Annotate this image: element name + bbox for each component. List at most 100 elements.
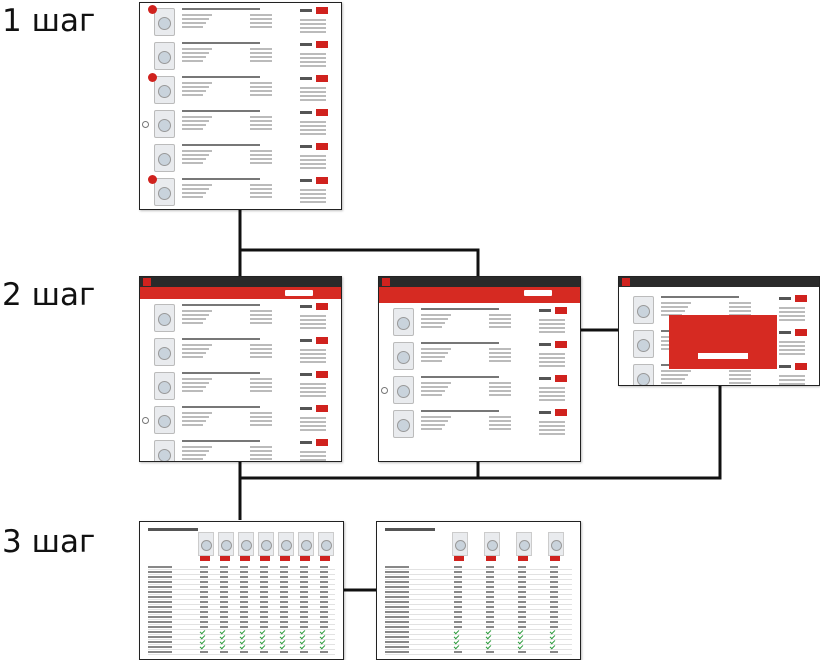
spec-line [250,188,272,190]
compare-cart-button[interactable] [454,556,464,561]
spec-name [148,621,172,623]
compare-cart-button[interactable] [300,556,310,561]
spec-value [260,651,268,653]
spec-value [454,611,462,613]
spec-value [550,571,558,573]
spec-line [489,386,511,388]
spec-line [729,374,751,376]
spec-line [182,416,209,418]
notification-button[interactable] [285,290,313,296]
spec-value [320,566,328,568]
spec-value [240,566,248,568]
cart-button[interactable] [316,41,328,48]
spec-value [454,566,462,568]
spec-value [320,606,328,608]
price [539,411,551,414]
spec-line [421,390,445,392]
delivery-line [300,353,326,355]
delivery-line [300,155,326,157]
spec-name [148,626,172,628]
table-row [385,629,572,630]
spec-value [260,581,268,583]
product-row [140,141,341,175]
table-row [148,654,335,655]
product-image [154,110,175,138]
compare-cart-button[interactable] [320,556,330,561]
price [300,373,312,376]
cart-button[interactable] [316,405,328,412]
spec-value [240,626,248,628]
cart-button[interactable] [316,337,328,344]
logo [382,278,390,286]
cart-button[interactable] [555,375,567,382]
spec-value [300,591,308,593]
delivery-line [779,311,805,313]
compare-radio [142,121,149,128]
spec-value [320,601,328,603]
cart-button[interactable] [316,439,328,446]
spec-line [250,18,272,20]
cart-button[interactable] [555,341,567,348]
spec-name [385,646,409,648]
compare-cart-button[interactable] [518,556,528,561]
delivery-line [300,395,326,397]
cart-button[interactable] [795,329,807,336]
compare-cart-button[interactable] [220,556,230,561]
spec-line [421,428,442,430]
table-row [148,619,335,620]
price [539,377,551,380]
compare-cart-button[interactable] [486,556,496,561]
cart-button[interactable] [316,143,328,150]
compare-cart-button[interactable] [550,556,560,561]
spec-line [250,322,272,324]
spec-value [550,606,558,608]
compare-title [148,528,198,531]
spec-value [300,616,308,618]
spec-value [260,616,268,618]
compare-title [385,528,435,531]
spec-line [489,352,511,354]
spec-line [421,314,451,316]
cart-button[interactable] [316,109,328,116]
cart-button[interactable] [555,409,567,416]
cart-button[interactable] [316,303,328,310]
spec-line [421,424,445,426]
product-title [182,144,260,146]
delivery-line [300,323,326,325]
delivery-line [300,57,326,59]
cart-button[interactable] [555,307,567,314]
spec-line [421,416,451,418]
cart-button[interactable] [316,371,328,378]
compare-cart-button[interactable] [240,556,250,561]
cart-button[interactable] [316,7,328,14]
cart-button[interactable] [795,363,807,370]
delivery-line [300,31,326,33]
compare-cart-button[interactable] [200,556,210,561]
spec-value [200,601,208,603]
spec-line [729,306,751,308]
spec-line [182,192,206,194]
spec-line [489,348,511,350]
spec-line [182,154,209,156]
notification-button[interactable] [524,290,552,296]
spec-value [300,651,308,653]
delivery-line [539,357,565,359]
cart-button[interactable] [316,75,328,82]
cart-button[interactable] [795,295,807,302]
modal-button[interactable] [698,353,748,359]
compare-cart-button[interactable] [280,556,290,561]
spec-value [454,596,462,598]
delivery-line [779,315,805,317]
table-row [385,639,572,640]
table-row [385,579,572,580]
table-row [385,624,572,625]
spec-line [182,94,203,96]
spec-line [250,416,272,418]
table-row [385,584,572,585]
spec-value [240,606,248,608]
spec-value [300,571,308,573]
spec-line [661,370,691,372]
cart-button[interactable] [316,177,328,184]
spec-value [320,581,328,583]
compare-cart-button[interactable] [260,556,270,561]
